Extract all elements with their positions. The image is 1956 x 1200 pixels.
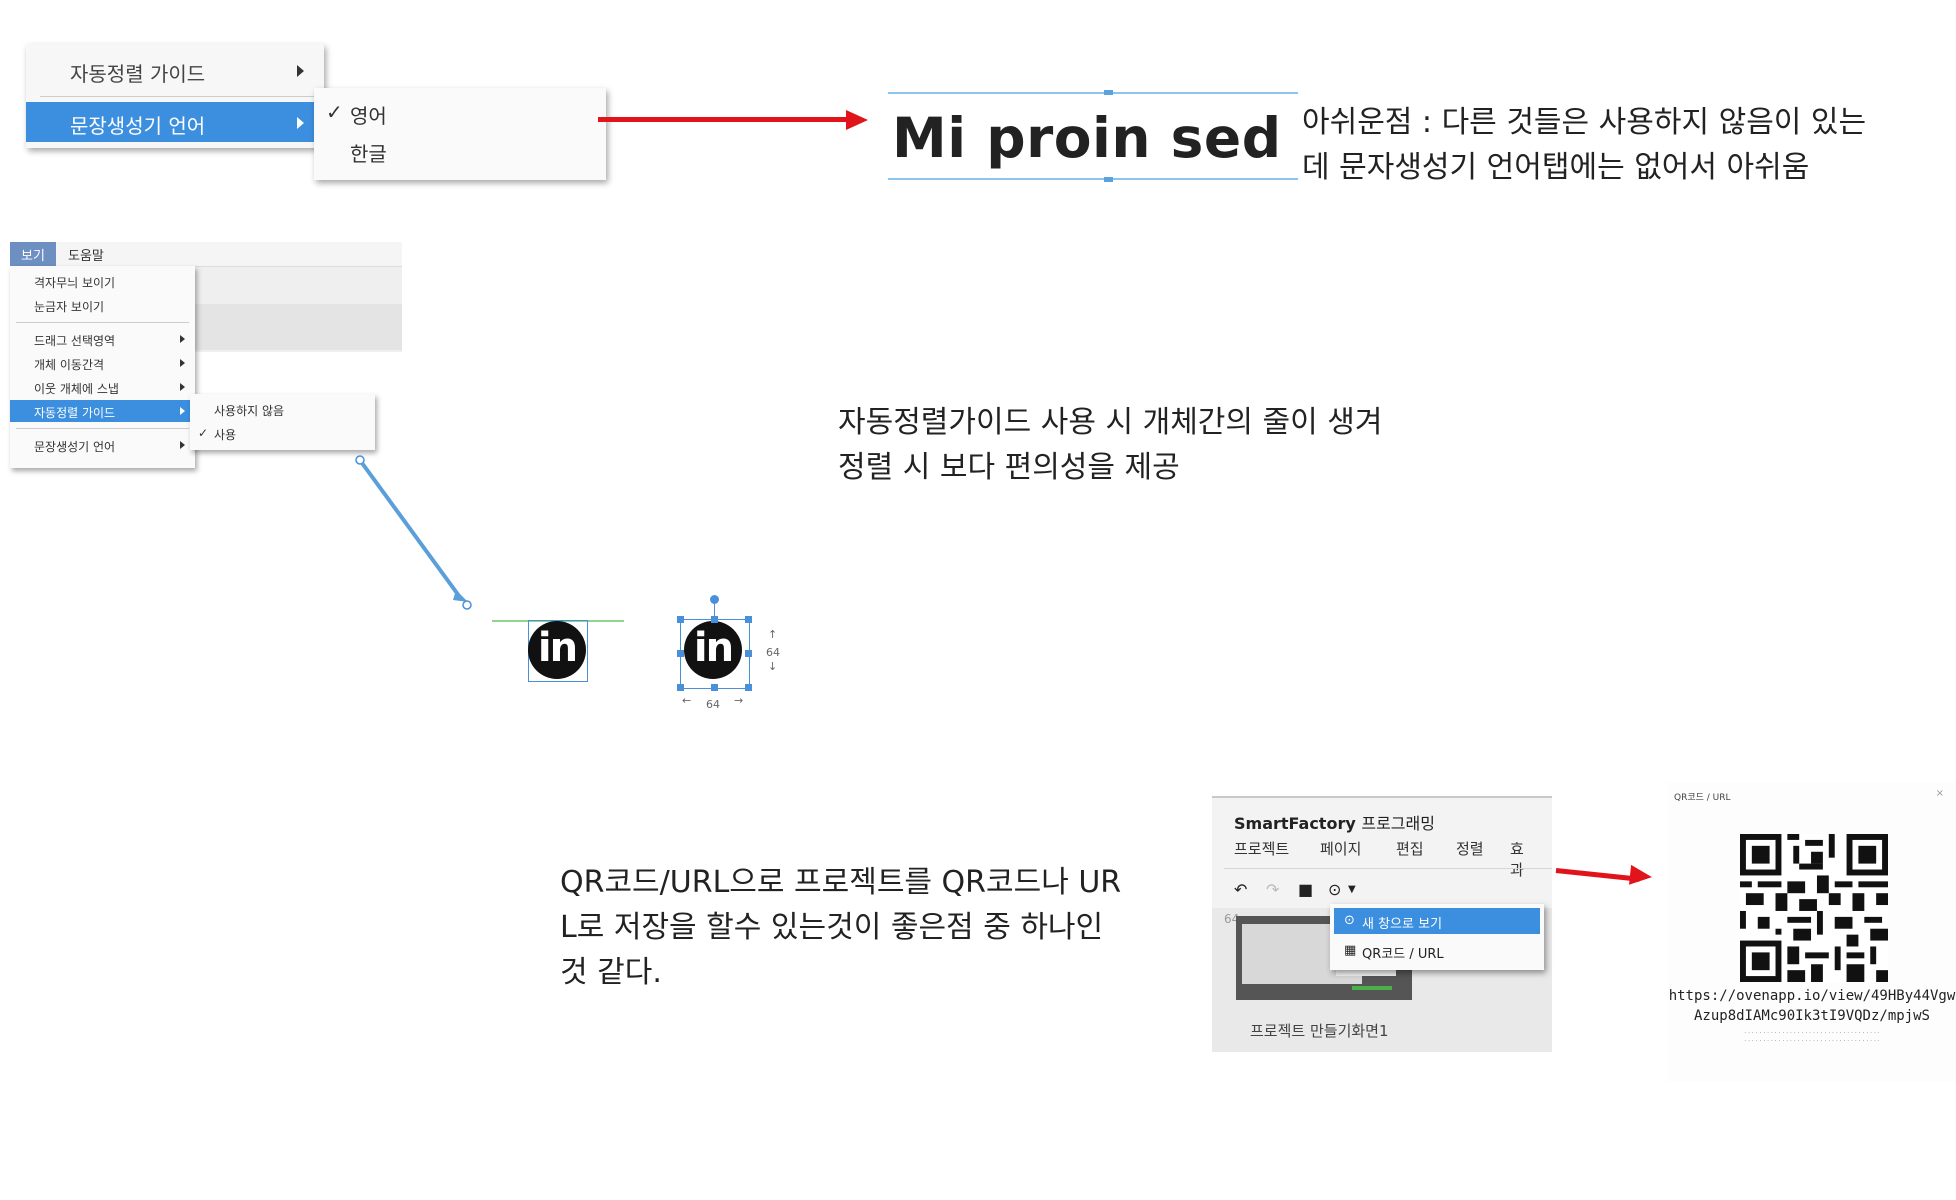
submenu-item-use[interactable]: 사용 xyxy=(214,426,236,443)
play-icon[interactable]: ⊙ xyxy=(1328,880,1341,899)
app-title: SmartFactory 프로그래밍 xyxy=(1234,814,1435,833)
menu-item-show-ruler[interactable]: 눈금자 보이기 xyxy=(10,294,195,316)
menu-item-new-window[interactable]: ⊙ 새 창으로 보기 xyxy=(1334,908,1540,934)
language-submenu: ✓ 영어 한글 xyxy=(314,88,606,180)
play-circle-icon: ⊙ xyxy=(1344,913,1355,928)
red-arrow-line xyxy=(1555,868,1640,882)
qr-icon: ▦ xyxy=(1344,943,1357,958)
height-label: 64 xyxy=(766,646,780,659)
right-arrow-icon: → xyxy=(734,694,744,707)
checkmark-icon: ✓ xyxy=(326,100,343,124)
submenu-arrow-icon xyxy=(180,359,185,367)
rotate-handle[interactable] xyxy=(710,595,719,604)
menu-item-snap-neighbor[interactable]: 이웃 개체에 스냅 xyxy=(10,376,195,398)
resize-handle[interactable] xyxy=(677,650,684,657)
menu-item-sentence-generator-language[interactable]: 문장생성기 언어 xyxy=(10,434,195,456)
undo-icon[interactable]: ↶ xyxy=(1234,880,1247,899)
menu-help[interactable]: 도움말 xyxy=(68,245,104,264)
down-arrow-icon: ↓ xyxy=(768,660,778,673)
tab-effect[interactable]: 효과 xyxy=(1510,838,1534,880)
submenu-arrow-icon xyxy=(180,383,185,391)
red-arrow-head-icon xyxy=(846,110,868,130)
close-icon[interactable]: × xyxy=(1936,788,1944,799)
menubar: 보기 도움말 xyxy=(10,242,402,267)
submenu-item-not-use[interactable]: 사용하지 않음 xyxy=(214,402,284,419)
menu-divider xyxy=(16,428,189,429)
resize-handle[interactable] xyxy=(677,616,684,623)
sample-text: Mi proin sed xyxy=(892,106,1282,170)
qr-panel-header: QR코드 / URL xyxy=(1674,793,1731,803)
qr-url-line1[interactable]: https://ovenapp.io/view/49HBy44Vgw xyxy=(1668,988,1956,1004)
submenu-item-korean[interactable]: 한글 xyxy=(350,138,387,167)
linkedin-icon[interactable]: in xyxy=(528,621,586,679)
menu-divider xyxy=(16,322,189,323)
auto-align-submenu: 사용하지 않음 ✓ 사용 xyxy=(190,394,375,450)
qr-code-panel: QR코드 / URL × https://ovenapp.io/view/49H… xyxy=(1668,782,1956,1082)
tab-edit[interactable]: 편집 xyxy=(1396,838,1424,859)
resize-handle[interactable] xyxy=(1104,90,1113,95)
width-label: 64 xyxy=(706,698,720,711)
resize-handle[interactable] xyxy=(745,684,752,691)
toolbar-divider xyxy=(1224,868,1552,869)
menu-item-move-interval[interactable]: 개체 이동간격 xyxy=(10,352,195,374)
tab-page[interactable]: 페이지 xyxy=(1320,838,1361,859)
submenu-arrow-icon xyxy=(297,65,304,77)
menu-item-auto-align-guide[interactable]: 자동정렬 가이드 xyxy=(26,50,324,90)
qr-url-line2[interactable]: Azup8dIAMc90Ik3tI9VQDz/mpjwS xyxy=(1668,1008,1956,1024)
resize-handle[interactable] xyxy=(1104,177,1113,182)
box-bottom-border xyxy=(888,178,1298,180)
resize-handle[interactable] xyxy=(711,684,718,691)
view-menu: 격자무늬 보이기 눈금자 보이기 드래그 선택영역 개체 이동간격 이웃 개체에… xyxy=(10,266,195,468)
text-object-box[interactable]: Mi proin sed xyxy=(888,90,1298,182)
resize-handle[interactable] xyxy=(745,616,752,623)
save-icon[interactable]: ■ xyxy=(1298,880,1313,899)
qr-code-image xyxy=(1740,834,1888,982)
submenu-item-english[interactable]: 영어 xyxy=(350,100,387,129)
linkedin-icon-selected[interactable]: in xyxy=(684,621,742,679)
checkmark-icon: ✓ xyxy=(198,426,209,440)
menu-divider xyxy=(40,96,314,97)
note-section1: 아쉬운점 : 다른 것들은 사용하지 않음이 있는 데 문자생성기 언어탭에는 … xyxy=(1302,105,1867,185)
menu-item-sentence-generator-language[interactable]: 문장생성기 언어 xyxy=(26,102,324,142)
fine-print: · · · · · · · · · · · · · · · · · · · · … xyxy=(1744,1030,1880,1037)
menu-item-drag-selection[interactable]: 드래그 선택영역 xyxy=(10,328,195,350)
menu-item-show-grid[interactable]: 격자무늬 보이기 xyxy=(10,270,195,292)
tab-align[interactable]: 정렬 xyxy=(1456,838,1484,859)
menu-item-auto-align-guide[interactable]: 자동정렬 가이드 xyxy=(10,400,195,422)
redo-icon[interactable]: ↷ xyxy=(1266,880,1279,899)
preview-dropdown: ⊙ 새 창으로 보기 ▦ QR코드 / URL xyxy=(1330,904,1544,970)
submenu-arrow-icon xyxy=(180,407,185,415)
chevron-down-icon[interactable]: ▼ xyxy=(1348,884,1356,895)
up-arrow-icon: ↑ xyxy=(768,628,778,641)
note-section3: QR코드/URL으로 프로젝트를 QR코드나 UR L로 저장을 할수 있는것이… xyxy=(560,865,1122,990)
resize-handle[interactable] xyxy=(711,616,718,623)
tab-project[interactable]: 프로젝트 xyxy=(1234,838,1289,859)
submenu-arrow-icon xyxy=(180,441,185,449)
resize-handle[interactable] xyxy=(677,684,684,691)
box-top-border xyxy=(888,92,1298,94)
page-caption: 프로젝트 만들기화면1 xyxy=(1250,1022,1389,1040)
submenu-arrow-icon xyxy=(180,335,185,343)
red-arrow-head-icon xyxy=(1629,864,1653,888)
left-arrow-icon: ← xyxy=(682,694,692,707)
red-arrow-line xyxy=(598,117,848,122)
note-section2: 자동정렬가이드 사용 시 개체간의 줄이 생겨 정렬 시 보다 편의성을 제공 xyxy=(838,405,1383,485)
resize-handle[interactable] xyxy=(745,650,752,657)
fine-print: · · · · · · · · · · · · · · · · · · · · … xyxy=(1744,1038,1880,1045)
blue-pointer-arrow xyxy=(355,455,472,610)
menu-item-qr-url[interactable]: ▦ QR코드 / URL xyxy=(1334,938,1540,964)
menu-view[interactable]: 보기 xyxy=(10,242,56,266)
language-menu: 자동정렬 가이드 문장생성기 언어 xyxy=(26,44,324,148)
submenu-arrow-icon xyxy=(297,117,304,129)
